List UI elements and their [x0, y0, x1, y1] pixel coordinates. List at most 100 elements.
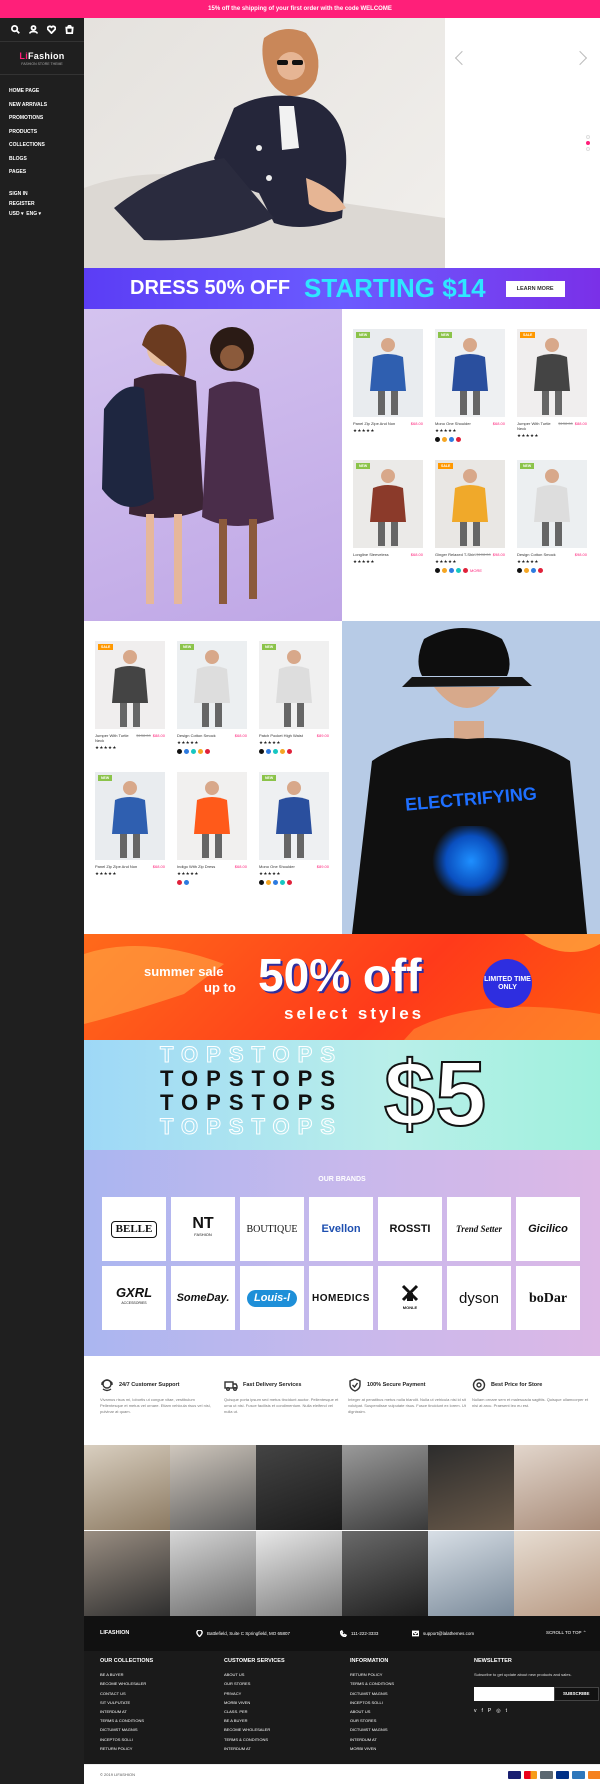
- color-swatch[interactable]: [198, 749, 203, 754]
- brand-logo-gxrl[interactable]: GXRL ACCESSORIES: [102, 1266, 166, 1330]
- product-card[interactable]: NEW Panel Zip Zipe And Non $68.00 ★★★★★: [95, 772, 165, 877]
- footer-link[interactable]: INTERDUM AT: [350, 1735, 394, 1744]
- newsletter-email-input[interactable]: [474, 1687, 554, 1702]
- color-swatch[interactable]: [531, 568, 536, 573]
- tumblr-icon[interactable]: t: [506, 1707, 507, 1716]
- register-link[interactable]: REGISTER: [9, 199, 41, 209]
- gallery-photo[interactable]: [84, 1531, 170, 1616]
- product-image[interactable]: SALE: [95, 641, 165, 729]
- product-name[interactable]: Panel Zip Zipe And Non: [95, 864, 137, 869]
- brand-logo-bodar[interactable]: boDar: [516, 1266, 580, 1330]
- slider-prev-arrow[interactable]: [454, 50, 470, 66]
- product-name[interactable]: Mono One Shoulder: [435, 421, 471, 426]
- nav-item-products[interactable]: PRODUCTS: [9, 126, 75, 140]
- site-logo[interactable]: LiFashion FASHION STORE THEME: [0, 41, 84, 75]
- color-swatch[interactable]: [517, 568, 522, 573]
- slider-dot[interactable]: [586, 135, 590, 139]
- cart-icon[interactable]: [64, 25, 74, 34]
- color-swatch[interactable]: [456, 437, 461, 442]
- product-card[interactable]: SALE Jumper With Turtle Neck $138.00 $88.00…: [517, 329, 587, 439]
- product-name[interactable]: Panel Zip Zipe And Non: [353, 421, 395, 426]
- sign-in-link[interactable]: SIGN IN: [9, 189, 41, 199]
- footer-link[interactable]: INCEPTOS SOLLI: [100, 1735, 153, 1744]
- product-name[interactable]: Design Cotton Smock: [517, 552, 556, 557]
- product-name[interactable]: Indigo With Zip Dress: [177, 864, 215, 869]
- email-text[interactable]: support@lalathemes.com: [423, 1631, 474, 1636]
- brand-logo-rossti[interactable]: ROSSTI: [378, 1197, 442, 1261]
- heart-icon[interactable]: [46, 25, 56, 34]
- brand-logo-someday[interactable]: SomeDay.: [171, 1266, 235, 1330]
- footer-link[interactable]: CLASS. PER: [224, 1707, 285, 1716]
- product-card[interactable]: NEW Mono One Shoulder $68.00 ★★★★★: [435, 329, 505, 442]
- gallery-photo[interactable]: [170, 1445, 256, 1530]
- color-swatch[interactable]: [524, 568, 529, 573]
- facebook-icon[interactable]: f: [482, 1707, 483, 1716]
- gallery-photo[interactable]: [428, 1531, 514, 1616]
- brand-logo-homedics[interactable]: HOMEDICS: [309, 1266, 373, 1330]
- dress-promo-banner[interactable]: DRESS 50% OFF STARTING $14 LEARN MORE: [84, 268, 600, 309]
- product-name[interactable]: Jumper With Turtle Neck: [517, 421, 558, 431]
- color-swatch[interactable]: [280, 880, 285, 885]
- brand-logo-louis[interactable]: Louis-l: [240, 1266, 304, 1330]
- footer-link[interactable]: BE A BUYER: [100, 1670, 153, 1679]
- footer-link[interactable]: MORBI VIVEN: [224, 1698, 285, 1707]
- product-name[interactable]: Ginger Relaxed T-Shirt: [435, 552, 476, 557]
- slider-next-arrow[interactable]: [572, 50, 588, 66]
- color-swatch[interactable]: [287, 749, 292, 754]
- product-card[interactable]: SALE Jumper With Turtle Neck $138.00 $88.00…: [95, 641, 165, 751]
- slider-dot[interactable]: [586, 147, 590, 151]
- color-swatch[interactable]: [259, 749, 264, 754]
- gallery-photo[interactable]: [428, 1445, 514, 1530]
- color-swatch[interactable]: [177, 880, 182, 885]
- footer-link[interactable]: MORBI VIVEN: [350, 1744, 394, 1753]
- gallery-photo[interactable]: [342, 1531, 428, 1616]
- currency-select[interactable]: USD: [9, 211, 20, 217]
- color-swatch[interactable]: [538, 568, 543, 573]
- footer-link[interactable]: BECOME WHOLESALER: [100, 1679, 153, 1688]
- nav-item-blogs[interactable]: BLOGS: [9, 153, 75, 167]
- product-image[interactable]: NEW: [435, 329, 505, 417]
- footer-link[interactable]: INCEPTOS SOLLI: [350, 1698, 394, 1707]
- product-image[interactable]: [177, 772, 247, 860]
- color-swatch[interactable]: [449, 568, 454, 573]
- learn-more-button[interactable]: LEARN MORE: [505, 280, 565, 297]
- footer-link[interactable]: TERMS & CONDITIONS: [350, 1679, 394, 1688]
- brand-logo-monle[interactable]: MONLE: [378, 1266, 442, 1330]
- gallery-photo[interactable]: [170, 1531, 256, 1616]
- brand-logo-dyson[interactable]: dyson: [447, 1266, 511, 1330]
- gallery-photo[interactable]: [342, 1445, 428, 1530]
- color-swatch[interactable]: [266, 880, 271, 885]
- product-image[interactable]: NEW: [259, 641, 329, 729]
- footer-link[interactable]: CONTACT US: [100, 1689, 153, 1698]
- product-card[interactable]: NEW Design Cotton Smock $98.00 ★★★★★: [517, 460, 587, 573]
- color-swatch[interactable]: [184, 749, 189, 754]
- nav-item-promotions[interactable]: PROMOTIONS: [9, 112, 75, 126]
- nav-item-new-arrivals[interactable]: NEW ARRIVALS: [9, 99, 75, 113]
- color-swatch[interactable]: [456, 568, 461, 573]
- product-card[interactable]: NEW Mono One Shoulder $89.00 ★★★★★: [259, 772, 329, 885]
- footer-link[interactable]: RETURN POLICY: [100, 1744, 153, 1753]
- footer-link[interactable]: PRIVACY: [224, 1689, 285, 1698]
- search-icon[interactable]: [10, 25, 20, 34]
- footer-link[interactable]: OUR STORES: [350, 1716, 394, 1725]
- footer-link[interactable]: DICTUMST MAGNIS: [350, 1689, 394, 1698]
- product-image[interactable]: SALE: [517, 329, 587, 417]
- footer-link[interactable]: BECOME WHOLESALER: [224, 1725, 285, 1734]
- product-image[interactable]: NEW: [517, 460, 587, 548]
- product-name[interactable]: Mono One Shoulder: [259, 864, 295, 869]
- footer-link[interactable]: OUR STORES: [224, 1679, 285, 1688]
- pinterest-icon[interactable]: P: [488, 1707, 491, 1716]
- gallery-photo[interactable]: [256, 1445, 342, 1530]
- color-swatch[interactable]: [273, 880, 278, 885]
- product-name[interactable]: Patch Pocket High Waist: [259, 733, 303, 738]
- footer-link[interactable]: TERMS & CONDITIONS: [100, 1716, 153, 1725]
- product-image[interactable]: NEW: [95, 772, 165, 860]
- summer-sale-banner[interactable]: summer sale up to 50% off select styles …: [84, 934, 600, 1040]
- color-swatch[interactable]: [463, 568, 468, 573]
- vimeo-icon[interactable]: v: [474, 1707, 477, 1716]
- footer-link[interactable]: DICTUMST MAGNIS: [350, 1725, 394, 1734]
- footer-link[interactable]: BE A BUYER: [224, 1716, 285, 1725]
- gallery-photo[interactable]: [514, 1531, 600, 1616]
- footer-link[interactable]: SIT VULPUTATE: [100, 1698, 153, 1707]
- footer-link[interactable]: RETURN POLICY: [350, 1670, 394, 1679]
